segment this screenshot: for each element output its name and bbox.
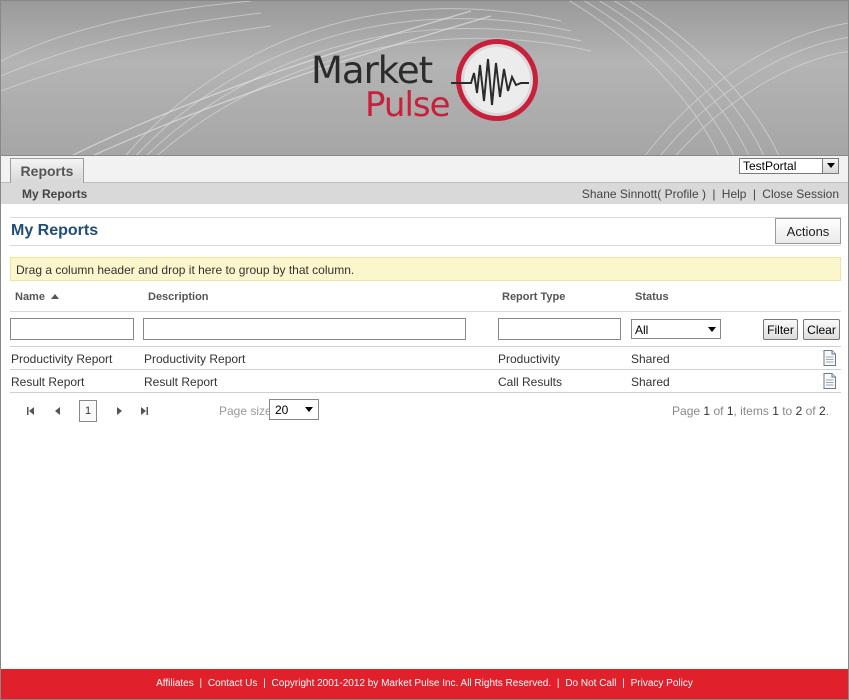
contact-us-link[interactable]: Contact Us: [208, 678, 257, 689]
page-title: My Reports: [11, 222, 99, 239]
separator: |: [712, 187, 716, 201]
column-header-label: Name: [15, 291, 45, 303]
column-header-description[interactable]: Description: [148, 291, 209, 303]
document-icon[interactable]: [823, 373, 836, 389]
report-type-filter-input[interactable]: [498, 318, 621, 340]
last-page-icon[interactable]: [139, 406, 149, 416]
copyright-text: Copyright 2001-2012 by Market Pulse Inc.…: [271, 678, 552, 689]
cell-status: Shared: [631, 375, 670, 389]
cell-description: Result Report: [144, 375, 218, 389]
summary-text: , items: [733, 404, 769, 418]
footer: Affiliates | Contact Us | Copyright 2001…: [1, 669, 848, 699]
separator: |: [622, 678, 625, 689]
actions-button[interactable]: Actions: [775, 218, 841, 244]
document-icon[interactable]: [823, 350, 836, 366]
page-size-label: Page size: [219, 404, 272, 418]
page-size-select[interactable]: 20: [269, 399, 319, 420]
description-filter-input[interactable]: [143, 318, 466, 340]
name-filter-input[interactable]: [10, 318, 134, 340]
cell-name: Productivity Report: [11, 352, 113, 366]
logo-pulse-text: Pulse: [365, 85, 451, 125]
summary-text: Page: [672, 404, 701, 418]
cell-name: Result Report: [11, 375, 85, 389]
affiliates-link[interactable]: Affiliates: [156, 678, 194, 689]
cell-description: Productivity Report: [144, 352, 246, 366]
clear-button[interactable]: Clear: [803, 319, 840, 340]
first-page-icon[interactable]: [26, 406, 36, 416]
table-row[interactable]: Productivity Report Productivity Report …: [10, 347, 841, 370]
summary-number: 2: [795, 404, 803, 418]
chevron-down-icon[interactable]: [822, 159, 838, 173]
table-row[interactable]: Result Report Result Report Call Results…: [10, 370, 841, 393]
column-header-name[interactable]: Name: [15, 291, 59, 303]
user-links: Shane Sinnott( Profile ) | Help | Close …: [582, 187, 839, 201]
summary-text: .: [825, 404, 829, 418]
status-filter-select[interactable]: All: [631, 319, 721, 339]
next-page-icon[interactable]: [114, 406, 124, 416]
summary-text: to: [782, 404, 793, 418]
separator: |: [263, 678, 266, 689]
privacy-policy-link[interactable]: Privacy Policy: [631, 678, 693, 689]
current-page-number[interactable]: 1: [79, 400, 97, 422]
cell-status: Shared: [631, 352, 670, 366]
separator: |: [199, 678, 203, 689]
summary-text: of: [713, 404, 724, 418]
divider: [10, 311, 841, 312]
portal-select-value: TestPortal: [743, 159, 797, 173]
status-filter-value: All: [635, 323, 649, 337]
column-header-report-type[interactable]: Report Type: [502, 291, 565, 303]
pager-summary: Page 1 of 1, items 1 to 2 of 2.: [672, 404, 829, 418]
summary-number: 1: [703, 404, 711, 418]
sub-navigation: My Reports Shane Sinnott( Profile ) | He…: [1, 183, 848, 204]
do-not-call-link[interactable]: Do Not Call: [565, 678, 616, 689]
previous-page-icon[interactable]: [53, 406, 63, 416]
summary-number: 1: [726, 404, 734, 418]
summary-text: of: [805, 404, 816, 418]
portal-select[interactable]: TestPortal: [739, 158, 839, 174]
column-header-status[interactable]: Status: [635, 291, 669, 303]
divider: [10, 245, 841, 246]
group-by-panel[interactable]: Drag a column header and drop it here to…: [10, 257, 841, 281]
chevron-down-icon: [305, 407, 313, 412]
close-session-link[interactable]: Close Session: [762, 187, 839, 201]
tab-bar: Reports TestPortal: [1, 156, 848, 184]
summary-number: 2: [818, 404, 826, 418]
market-pulse-logo[interactable]: Market Pulse: [311, 31, 551, 131]
pulse-ring-icon: [451, 39, 538, 121]
chevron-down-icon: [708, 327, 716, 332]
separator: |: [752, 187, 756, 201]
user-name: Shane Sinnott: [581, 187, 658, 201]
cell-report-type: Productivity: [498, 352, 561, 366]
pager: 1 Page size 20 Page 1 of 1, items 1 to 2…: [10, 396, 841, 426]
tab-reports[interactable]: Reports: [10, 158, 84, 184]
header-banner: Market Pulse: [1, 1, 848, 156]
summary-number: 1: [772, 404, 779, 418]
separator: |: [556, 678, 560, 689]
breadcrumb-current: My Reports: [22, 187, 88, 201]
sort-ascending-icon: [50, 294, 59, 299]
divider: [10, 217, 841, 218]
profile-link[interactable]: ( Profile ): [657, 187, 706, 201]
cell-report-type: Call Results: [498, 375, 563, 389]
help-link[interactable]: Help: [722, 187, 747, 201]
page-size-value: 20: [275, 403, 289, 417]
filter-button[interactable]: Filter: [763, 319, 798, 340]
